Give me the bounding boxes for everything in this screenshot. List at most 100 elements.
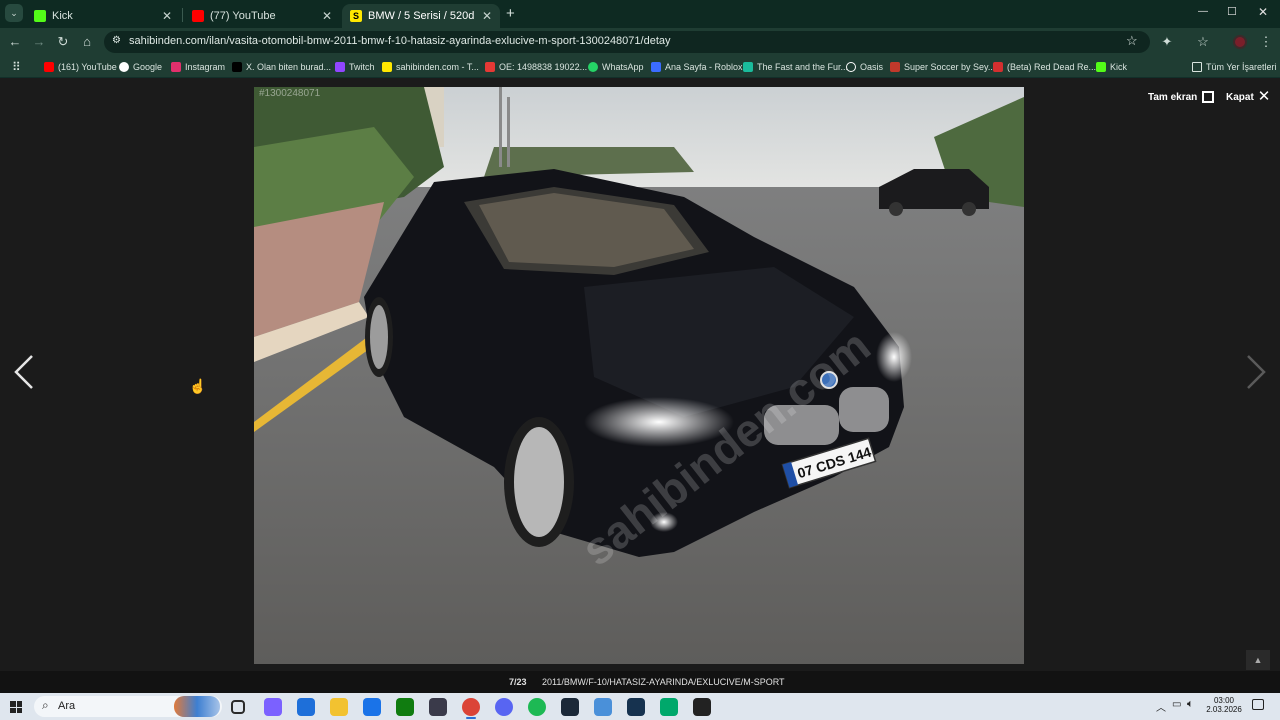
extensions-icon[interactable]: ✦ (1158, 33, 1176, 51)
tab-search-icon[interactable]: ⌄ (5, 4, 23, 22)
address-bar[interactable]: ⚙ sahibinden.com/ilan/vasita-otomobil-bm… (104, 31, 1150, 53)
task-view-icon[interactable] (231, 700, 245, 714)
photo-counter: 7/23 (509, 677, 527, 687)
minimize-button[interactable]: — (1198, 6, 1208, 17)
bookmark-label: Twitch (349, 62, 375, 72)
volume-icon[interactable]: 🔈︎ (1187, 698, 1194, 711)
bookmark-kick[interactable]: Kick (1096, 59, 1127, 75)
prev-arrow-icon[interactable] (12, 352, 36, 392)
bookmark-whatsapp[interactable]: WhatsApp (588, 59, 644, 75)
reading-list-icon[interactable]: ☆ (1194, 33, 1212, 51)
hand-cursor-icon: ☝ (189, 378, 207, 394)
caption-bar: 7/23 2011/BMW/F-10/HATASIZ-AYARINDA/EXLU… (0, 650, 1280, 693)
next-arrow-icon[interactable] (1244, 352, 1268, 392)
bookmark-x[interactable]: X. Olan biten burad... (232, 59, 331, 75)
bookmark-red-dead[interactable]: (Beta) Red Dead Re... (993, 59, 1096, 75)
bookmark-oe[interactable]: OE: 1498838 19022... (485, 59, 587, 75)
photo-id-watermark: #1300248071 (259, 88, 321, 99)
app-cube-icon[interactable] (429, 698, 447, 716)
scroll-top-button[interactable]: ▲ (1246, 650, 1270, 670)
chrome-icon[interactable] (462, 698, 480, 716)
xbox-icon[interactable] (396, 698, 414, 716)
notifications-icon[interactable] (1252, 699, 1264, 710)
bookmark-twitch[interactable]: Twitch (335, 59, 375, 75)
sahibinden-icon: S (350, 10, 362, 22)
explorer-icon[interactable] (330, 698, 348, 716)
maximize-button[interactable]: ☐ (1227, 5, 1237, 18)
bookmark-label: Google (133, 62, 163, 72)
outlook-icon[interactable] (363, 698, 381, 716)
fullscreen-button[interactable]: Tam ekran (1148, 89, 1215, 105)
profile-avatar[interactable] (1233, 35, 1247, 49)
oe-icon (485, 62, 495, 72)
all-bookmarks[interactable]: Tüm Yer İşaretleri (1192, 59, 1277, 75)
back-icon[interactable]: ← (6, 33, 24, 51)
search-label: Ara (58, 700, 76, 712)
bookmark-instagram[interactable]: Instagram (171, 59, 225, 75)
bookmark-label: Super Soccer by Sey... (904, 62, 996, 72)
start-icon[interactable] (10, 701, 22, 713)
tab-title: BMW / 5 Serisi / 520d / M Spor (368, 10, 476, 22)
discord-icon[interactable] (495, 698, 513, 716)
network-icon[interactable]: ▭ (1172, 699, 1181, 710)
clock-date: 2.03.2026 (1206, 705, 1242, 714)
bookmark-label: Instagram (185, 62, 226, 72)
close-tab-icon[interactable]: ✕ (322, 9, 332, 23)
new-tab-button[interactable]: + (506, 5, 515, 22)
app-gear-icon[interactable] (594, 698, 612, 716)
x-icon (232, 62, 242, 72)
windows-taskbar: ⌕ Ara ︿ ▭ 🔈︎ 03:00 2.03.2026 (0, 693, 1280, 720)
bookmark-label: (161) YouTube (58, 62, 117, 72)
fullscreen-label: Tam ekran (1148, 91, 1198, 103)
oasis-icon (846, 62, 856, 72)
bookmark-label: WhatsApp (602, 62, 644, 72)
red-dead-icon (993, 62, 1003, 72)
app-red-icon[interactable] (693, 698, 711, 716)
close-icon: ✕ (1257, 88, 1271, 105)
menu-icon[interactable]: ⋮ (1257, 33, 1275, 51)
bookmark-super-soccer[interactable]: Super Soccer by Sey... (890, 59, 995, 75)
photo-caption: 2011/BMW/F-10/HATASIZ-AYARINDA/EXLUCIVE/… (542, 677, 785, 687)
roblox-icon (651, 62, 661, 72)
home-icon[interactable]: ⌂ (78, 33, 96, 51)
clock[interactable]: 03:00 2.03.2026 (1206, 696, 1242, 714)
forward-icon[interactable]: → (30, 33, 48, 51)
bookmark-sahibinden[interactable]: sahibinden.com - T... (382, 59, 479, 75)
bookmark-oasis[interactable]: Oasis (846, 59, 883, 75)
youtube-icon (192, 10, 204, 22)
instagram-icon (171, 62, 181, 72)
app-green-icon[interactable] (660, 698, 678, 716)
fullscreen-icon (1202, 91, 1215, 103)
bookmark-label: sahibinden.com - T... (396, 62, 479, 72)
spotify-icon[interactable] (528, 698, 546, 716)
steam-2-icon[interactable] (627, 698, 645, 716)
bookmark-youtube[interactable]: (161) YouTube (44, 59, 117, 75)
tab-sahibinden[interactable]: S BMW / 5 Serisi / 520d / M Spor ✕ (342, 4, 500, 28)
youtube-icon (44, 62, 54, 72)
listing-photo: 07 CDS 144 sahibinden.com #1300248071 (254, 87, 1024, 664)
close-tab-icon[interactable]: ✕ (162, 9, 172, 23)
kick-icon (1096, 62, 1106, 72)
bookmark-label: Oasis (860, 62, 884, 72)
close-tab-icon[interactable]: ✕ (482, 9, 492, 23)
bookmark-fast-furious[interactable]: The Fast and the Fur... (743, 59, 848, 75)
tab-youtube[interactable]: (77) YouTube ✕ (184, 4, 340, 28)
url-text[interactable]: sahibinden.com/ilan/vasita-otomobil-bmw-… (129, 35, 671, 47)
apps-icon[interactable]: ⠿ (12, 59, 21, 75)
site-info-icon[interactable]: ⚙ (112, 35, 121, 46)
reload-icon[interactable]: ↻ (54, 33, 72, 51)
steam-icon[interactable] (561, 698, 579, 716)
all-bookmarks-label: Tüm Yer İşaretleri (1206, 62, 1277, 72)
bookmark-label: OE: 1498838 19022... (499, 62, 588, 72)
bookmark-star-icon[interactable]: ☆ (1126, 33, 1138, 49)
close-window-button[interactable]: ✕ (1258, 5, 1268, 19)
bookmark-google[interactable]: Google (119, 59, 162, 75)
taskbar-search[interactable]: ⌕ Ara (34, 696, 222, 717)
active-app-indicator (466, 717, 476, 719)
bookmark-roblox[interactable]: Ana Sayfa - Roblox (651, 59, 743, 75)
store-icon[interactable] (297, 698, 315, 716)
close-viewer-button[interactable]: Kapat ✕ (1226, 89, 1270, 105)
copilot-icon[interactable] (264, 698, 282, 716)
tray-overflow-icon[interactable]: ︿ (1156, 699, 1166, 714)
tab-kick[interactable]: Kick ✕ (26, 4, 180, 28)
